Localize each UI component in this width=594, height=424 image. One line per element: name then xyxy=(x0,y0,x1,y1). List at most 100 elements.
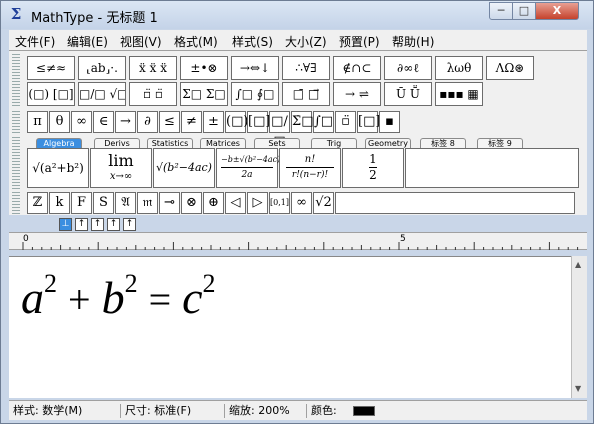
status-style[interactable]: 样式: 数学(M) xyxy=(13,404,121,418)
toolbar-grip[interactable] xyxy=(12,111,20,133)
palette-integrals[interactable]: ∫□ ∮□ xyxy=(231,82,279,106)
tab-geometry[interactable]: Geometry xyxy=(365,138,411,148)
palette-operators[interactable]: ±•⊗ xyxy=(180,56,228,80)
palette-embellishments[interactable]: ẍ ẍ ẍ xyxy=(129,56,177,80)
palette-misc[interactable]: ∂∞ℓ xyxy=(384,56,432,80)
palette-labeled-arrows[interactable]: → ⇌ xyxy=(333,82,381,106)
small-symbol-button[interactable]: ▷ xyxy=(247,192,268,214)
close-button[interactable]: X xyxy=(535,2,579,20)
template-limit[interactable]: lim x→∞ xyxy=(90,148,152,188)
small-symbol-button[interactable]: ℤ xyxy=(27,192,48,214)
vertical-scrollbar[interactable]: ▲ ▼ xyxy=(571,256,587,398)
symbol-palette: ≤≠≈ ⸤ab⸥·. ẍ ẍ ẍ ±•⊗ →⇔↓ ∴∀∃ ∉∩⊂ ∂∞ℓ λωθ… xyxy=(9,50,587,215)
palette-spaces[interactable]: ⸤ab⸥·. xyxy=(78,56,126,80)
symbol-button[interactable]: ∈ xyxy=(93,111,114,133)
menu-view[interactable]: 视图(V) xyxy=(120,33,162,50)
equation-a: a xyxy=(21,272,44,323)
menu-format[interactable]: 格式(M) xyxy=(174,33,218,50)
left-tab-stop-button[interactable]: ⊥ xyxy=(59,218,72,231)
template-quadratic[interactable]: −b±√(b²−4ac) 2a xyxy=(216,148,280,188)
toolbar-grip[interactable] xyxy=(12,192,20,214)
tab-derivs[interactable]: Derivs xyxy=(94,138,140,148)
symbol-button[interactable]: ∞ xyxy=(71,111,92,133)
small-symbol-button[interactable]: S xyxy=(93,192,114,214)
minimize-button[interactable]: ─ xyxy=(489,2,513,20)
symbol-button[interactable]: ± xyxy=(203,111,224,133)
menu-edit[interactable]: 编辑(E) xyxy=(67,33,108,50)
palette-fractions-radicals[interactable]: □/□ √□ xyxy=(78,82,126,106)
palette-arrows[interactable]: →⇔↓ xyxy=(231,56,279,80)
palette-matrices[interactable]: ▪▪▪ ▦ xyxy=(435,82,483,106)
symbol-button[interactable]: π xyxy=(27,111,48,133)
tab-sets[interactable]: Sets xyxy=(254,138,300,148)
small-symbol-button[interactable]: ⊗ xyxy=(181,192,202,214)
palette-bars[interactable]: □̄ □⃗ xyxy=(282,82,330,106)
right-tab-stop-button[interactable]: ↑ xyxy=(91,218,104,231)
symbol-button[interactable]: [□] xyxy=(357,111,380,133)
palette-relations[interactable]: ≤≠≈ xyxy=(27,56,75,80)
template-empty-slot[interactable] xyxy=(405,148,579,188)
template-combination[interactable]: n! r!(n−r)! xyxy=(279,148,341,188)
template-half[interactable]: 1 2 xyxy=(342,148,404,188)
scroll-up-icon[interactable]: ▲ xyxy=(575,260,581,269)
equation-editor-area[interactable]: a2 + b2 = c2 xyxy=(9,256,579,398)
center-tab-stop-button[interactable]: ↑ xyxy=(75,218,88,231)
symbol-button[interactable]: → xyxy=(115,111,136,133)
ruler[interactable]: 0 5 xyxy=(9,232,587,250)
palette-fences[interactable]: (□) [□] xyxy=(27,82,75,106)
small-symbol-button[interactable]: k xyxy=(49,192,70,214)
status-zoom[interactable]: 缩放: 200% xyxy=(229,404,307,418)
small-symbol-button[interactable]: [0,1] xyxy=(269,192,290,214)
small-symbol-button[interactable]: √2 xyxy=(313,192,334,214)
palette-logic[interactable]: ∴∀∃ xyxy=(282,56,330,80)
template-hypotenuse[interactable]: √(a²+b²) xyxy=(27,148,89,188)
decimal-tab-stop-button[interactable]: ↑ xyxy=(107,218,120,231)
tab-matrices[interactable]: Matrices xyxy=(200,138,246,148)
palette-summations[interactable]: Σ□ Σ□ xyxy=(180,82,228,106)
tab-label-8[interactable]: 标签 8 xyxy=(420,138,466,148)
menu-file[interactable]: 文件(F) xyxy=(15,33,55,50)
palette-products-sets[interactable]: Ū Ṻ xyxy=(384,82,432,106)
color-swatch[interactable] xyxy=(353,406,375,416)
tab-trig[interactable]: Trig xyxy=(311,138,357,148)
menu-style[interactable]: 样式(S) xyxy=(232,33,273,50)
maximize-button[interactable]: □ xyxy=(512,2,536,20)
menu-size[interactable]: 大小(Z) xyxy=(285,33,327,50)
toolbar-grip[interactable] xyxy=(12,137,20,189)
symbol-button[interactable]: ≠ xyxy=(181,111,202,133)
tab-statistics[interactable]: Statistics xyxy=(147,138,193,148)
empty-symbol-slot[interactable] xyxy=(335,192,575,214)
tab-label-9[interactable]: 标签 9 xyxy=(477,138,523,148)
small-symbol-button[interactable]: ◁ xyxy=(225,192,246,214)
symbol-button[interactable]: [□] xyxy=(247,111,270,133)
symbol-button[interactable]: θ xyxy=(49,111,70,133)
symbol-button[interactable]: □/□ xyxy=(269,111,290,149)
small-symbol-button[interactable]: ⊸ xyxy=(159,192,180,214)
symbol-button[interactable]: ▪ xyxy=(379,111,400,133)
relation-tab-stop-button[interactable]: ↑ xyxy=(123,218,136,231)
equation[interactable]: a2 + b2 = c2 xyxy=(21,269,216,331)
toolbar-grip[interactable] xyxy=(12,54,20,106)
small-symbol-button[interactable]: 𝔪 xyxy=(137,192,158,214)
symbol-button[interactable]: ≤ xyxy=(159,111,180,133)
small-symbol-button[interactable]: 𝔄 xyxy=(115,192,136,214)
menu-preferences[interactable]: 预置(P) xyxy=(339,33,380,50)
template-discriminant[interactable]: √(b²−4ac) xyxy=(153,148,215,188)
menu-help[interactable]: 帮助(H) xyxy=(392,33,434,50)
symbol-button[interactable]: Σ̇□ xyxy=(291,111,313,133)
symbol-button[interactable]: ∂ xyxy=(137,111,158,133)
small-symbol-button[interactable]: ⊕ xyxy=(203,192,224,214)
symbol-button[interactable]: ▫̈ xyxy=(335,111,356,133)
palette-greek-upper[interactable]: ΛΩ⊛ xyxy=(486,56,534,80)
symbol-button[interactable]: (□) xyxy=(225,111,248,133)
small-symbol-button[interactable]: F xyxy=(71,192,92,214)
limit-subscript: x→∞ xyxy=(109,171,133,182)
small-symbol-button[interactable]: ∞ xyxy=(291,192,312,214)
palette-scripts[interactable]: ▫̈ ▫̈ xyxy=(129,82,177,106)
status-size[interactable]: 尺寸: 标准(F) xyxy=(125,404,225,418)
scroll-down-icon[interactable]: ▼ xyxy=(575,384,581,393)
palette-greek-lower[interactable]: λωθ xyxy=(435,56,483,80)
symbol-button[interactable]: ∫□ xyxy=(313,111,334,133)
tab-algebra[interactable]: Algebra xyxy=(36,138,82,148)
palette-sets[interactable]: ∉∩⊂ xyxy=(333,56,381,80)
